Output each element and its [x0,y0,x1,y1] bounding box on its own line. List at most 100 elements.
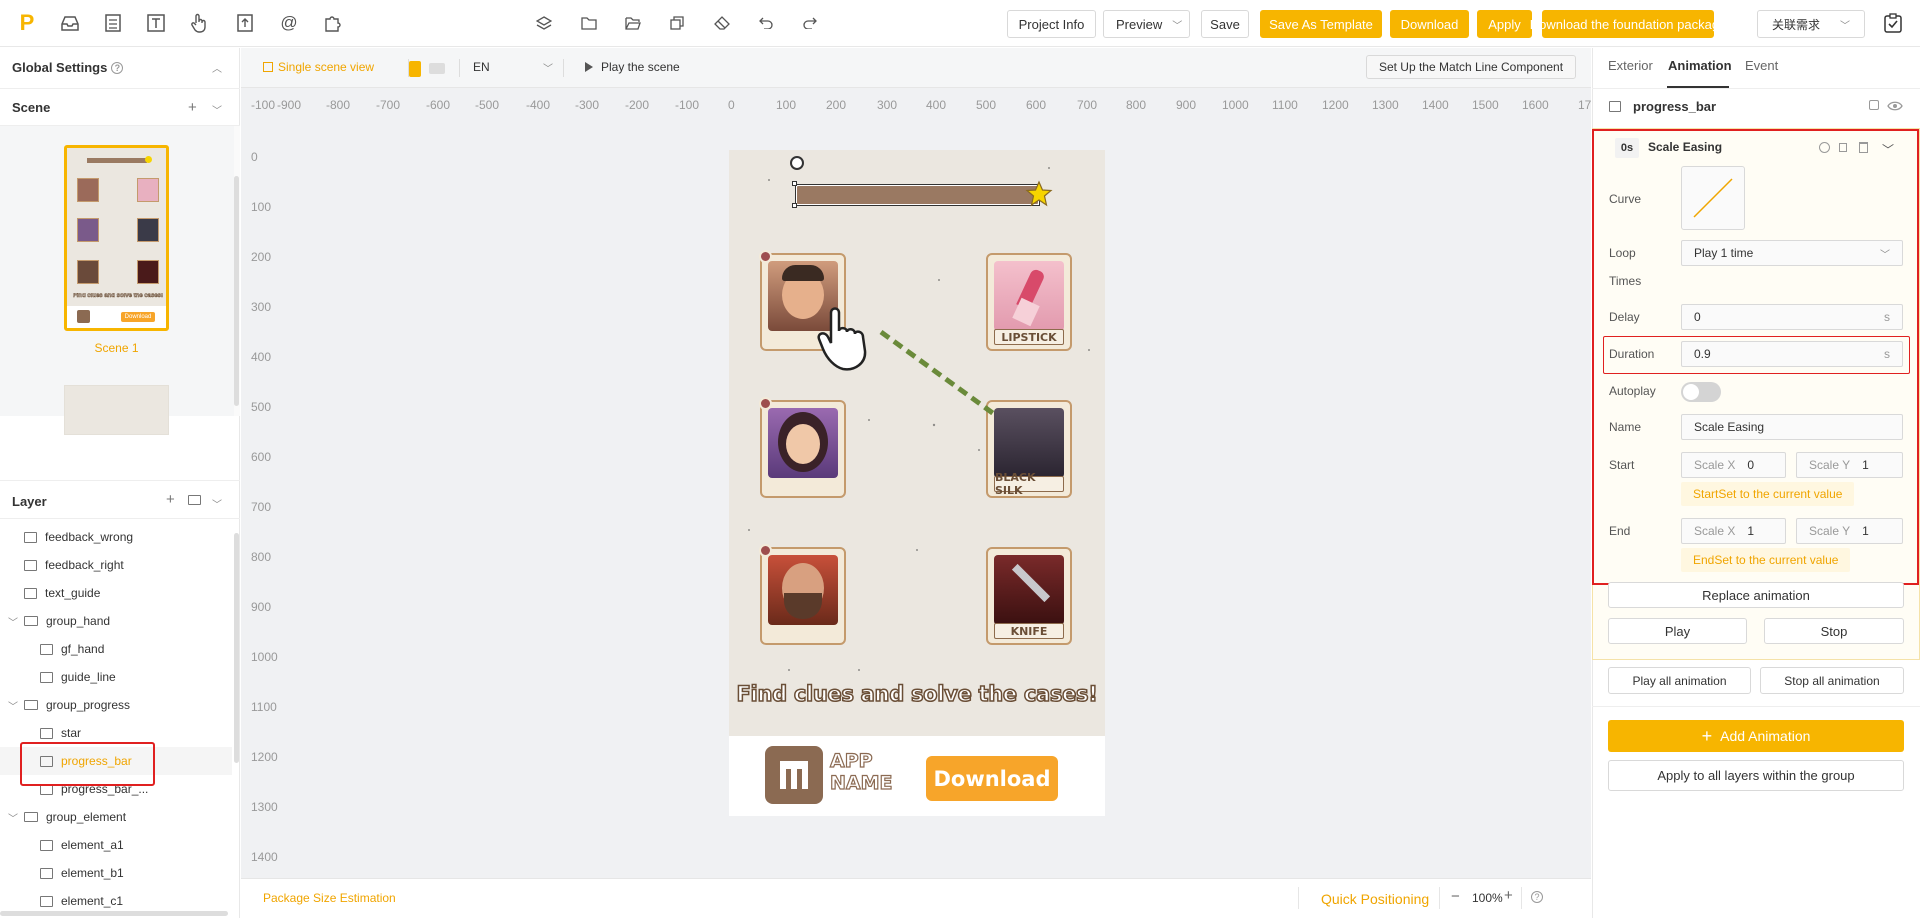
star-icon[interactable] [1025,180,1053,208]
start-scale-y-field[interactable]: Scale Y 1 [1796,452,1903,478]
tab-event[interactable]: Event [1745,58,1778,73]
scene-1-thumbnail[interactable]: Find clues and solve the cases! Download [64,145,169,331]
chevron-up-icon[interactable]: ︿ [212,60,222,75]
download-foundation-button[interactable]: Download the foundation package [1530,10,1726,38]
layer-row[interactable]: feedback_right [0,551,232,579]
layer-hscrollbar-thumb[interactable] [0,911,228,916]
grid-icon[interactable] [102,12,124,34]
eraser-icon[interactable] [711,12,733,34]
element-card-b1[interactable] [760,400,846,498]
duration-input[interactable]: 0.9 s [1681,341,1903,367]
copy-icon[interactable] [1839,143,1847,152]
phone-preview[interactable]: LIPSTICK BLACK SILK KNIFE Find clues and… [729,150,1105,816]
layer-row[interactable]: feedback_wrong [0,523,232,551]
help-icon[interactable]: ? [1531,891,1543,903]
upload-icon[interactable] [234,12,256,34]
curve-editor[interactable] [1681,166,1745,230]
download-button[interactable]: Download [1390,10,1469,38]
add-scene-icon[interactable]: + [188,99,197,116]
hand-icon[interactable] [188,12,210,34]
stop-all-animation-button[interactable]: Stop all animation [1760,667,1904,694]
delay-input[interactable]: 0s [1681,304,1903,330]
puzzle-icon[interactable] [322,12,344,34]
chevron-down-icon[interactable]: ﹀ [212,496,222,511]
start-set-current-button[interactable]: StartSet to the current value [1681,482,1855,506]
chevron-down-icon[interactable]: ﹀ [8,614,18,629]
layers-icon[interactable] [533,12,555,34]
zoom-out-icon[interactable]: − [1451,888,1460,905]
resize-handle[interactable] [792,203,797,208]
add-layer-icon[interactable]: + [166,491,175,508]
color-swatch-gray[interactable] [429,63,445,74]
play-scene-button[interactable]: Play the scene [585,60,680,74]
copy-icon[interactable] [666,12,688,34]
name-input[interactable]: Scale Easing [1681,414,1903,440]
trash-icon[interactable] [1859,142,1868,153]
rotate-handle-icon[interactable] [790,156,804,170]
apply-button[interactable]: Apply [1477,10,1532,38]
clipboard-check-icon[interactable] [1882,12,1904,34]
match-line-button[interactable]: Set Up the Match Line Component [1366,55,1576,79]
language-select[interactable]: EN ﹀ [473,60,553,75]
package-size-link[interactable]: Package Size Estimation [263,891,396,905]
undo-icon[interactable] [755,12,777,34]
text-icon[interactable] [145,12,167,34]
layer-row[interactable]: ﹀ group_progress [0,691,232,719]
layer-row[interactable]: guide_line [0,663,232,691]
connector-dot[interactable] [759,250,772,263]
element-card-knife[interactable]: KNIFE [986,547,1072,645]
resize-handle[interactable] [792,181,797,186]
replace-animation-button[interactable]: Replace animation [1608,582,1904,608]
single-scene-view-toggle[interactable]: Single scene view [263,60,374,74]
save-as-template-button[interactable]: Save As Template [1260,10,1382,38]
start-scale-x-field[interactable]: Scale X 0 [1681,452,1786,478]
tab-animation[interactable]: Animation [1668,58,1732,73]
apply-to-group-button[interactable]: Apply to all layers within the group [1608,760,1904,791]
layer-row[interactable]: element_c1 [0,887,232,913]
scene-scrollbar[interactable] [234,126,240,416]
layer-row[interactable]: element_b1 [0,859,232,887]
chevron-down-icon[interactable]: ﹀ [212,102,222,117]
phone-download-button[interactable]: Download [926,756,1058,801]
save-button[interactable]: Save [1201,10,1249,38]
layer-scrollbar-thumb[interactable] [234,533,239,763]
layer-row[interactable]: gf_hand [0,635,232,663]
lock-icon[interactable] [1869,100,1879,110]
at-icon[interactable]: @ [278,12,300,34]
gf-hand-icon[interactable] [817,305,887,375]
quick-positioning-button[interactable]: Quick Positioning [1321,891,1429,907]
folder-icon[interactable] [578,12,600,34]
layer-row[interactable]: ﹀ group_element [0,803,232,831]
autoplay-toggle[interactable] [1681,382,1721,402]
end-scale-x-field[interactable]: Scale X 1 [1681,518,1786,544]
color-swatch-yellow[interactable] [409,61,421,77]
chevron-down-icon[interactable]: ﹀ [8,698,18,713]
connector-dot[interactable] [759,397,772,410]
chevron-down-icon[interactable]: ﹀ [1882,141,1894,158]
scene-2-thumbnail[interactable] [64,385,169,435]
loop-select[interactable]: Play 1 time ﹀ [1681,240,1903,266]
element-card-c1[interactable] [760,547,846,645]
play-all-animation-button[interactable]: Play all animation [1608,667,1751,694]
layer-row[interactable]: text_guide [0,579,232,607]
tab-exterior[interactable]: Exterior [1608,58,1653,73]
chevron-down-icon[interactable]: ﹀ [8,810,18,825]
inbox-icon[interactable] [59,12,81,34]
zoom-in-icon[interactable]: + [1504,887,1513,904]
folder-open-icon[interactable] [622,12,644,34]
stop-button[interactable]: Stop [1764,618,1904,644]
end-scale-y-field[interactable]: Scale Y 1 [1796,518,1903,544]
add-animation-button[interactable]: + Add Animation [1608,720,1904,752]
guide-line[interactable] [879,330,999,420]
layer-row[interactable]: element_a1 [0,831,232,859]
add-folder-icon[interactable] [188,495,201,505]
preview-dropdown[interactable]: Preview ﹀ [1103,10,1190,38]
play-button[interactable]: Play [1608,618,1747,644]
help-icon[interactable]: ? [111,61,124,74]
layer-row[interactable]: ﹀ group_hand [0,607,232,635]
global-settings-header[interactable]: Global Settings ? [12,60,124,75]
play-circle-icon[interactable] [1819,142,1830,153]
related-requirements-dropdown[interactable]: 关联需求 ﹀ [1757,10,1865,38]
redo-icon[interactable] [799,12,821,34]
end-set-current-button[interactable]: EndSet to the current value [1681,548,1851,572]
